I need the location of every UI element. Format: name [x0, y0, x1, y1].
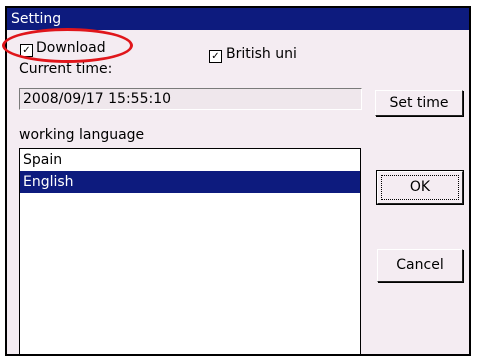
focus-rectangle: [381, 175, 459, 200]
checkmark-icon: ✓: [22, 45, 31, 56]
setting-window: Setting ✓ Download ✓ British uni Current…: [5, 6, 471, 356]
british-uni-label: British uni: [226, 46, 297, 62]
cancel-button[interactable]: Cancel: [377, 249, 463, 282]
current-time-label: Current time:: [19, 61, 113, 77]
list-item-spain[interactable]: Spain: [20, 149, 360, 171]
download-checkbox[interactable]: ✓: [20, 44, 33, 57]
current-time-field[interactable]: 2008/09/17 15:55:10: [19, 88, 362, 110]
working-language-label: working language: [19, 127, 145, 143]
british-uni-checkbox[interactable]: ✓: [209, 50, 222, 63]
list-item-english[interactable]: English: [20, 171, 360, 193]
language-list[interactable]: Spain English: [19, 148, 361, 354]
ok-button[interactable]: OK: [376, 170, 464, 205]
set-time-button[interactable]: Set time: [375, 90, 463, 116]
window-title: Setting: [7, 8, 469, 30]
download-label: Download: [36, 40, 106, 56]
checkmark-icon: ✓: [211, 51, 220, 62]
